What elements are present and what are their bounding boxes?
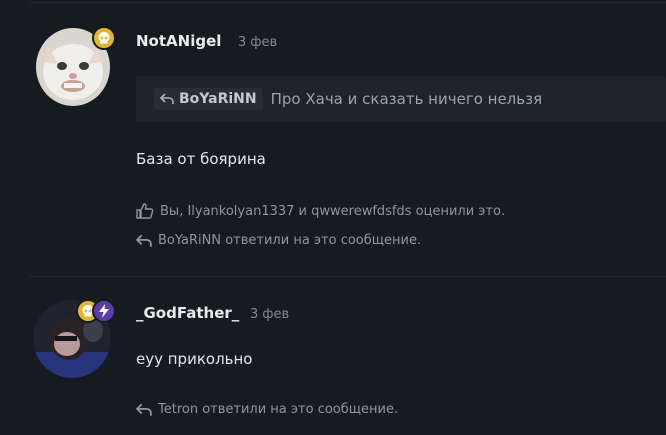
reply-icon (136, 234, 152, 247)
reply-icon (136, 403, 152, 416)
reply-icon (160, 93, 174, 104)
thumbs-up-icon (136, 203, 154, 219)
likes-text[interactable]: Вы, Ilyankolyan1337 и qwwerewfdsfds оцен… (160, 204, 505, 219)
skull-badge-icon[interactable] (92, 26, 116, 50)
likes-summary[interactable]: Вы, Ilyankolyan1337 и qwwerewfdsfds оцен… (136, 203, 505, 219)
quote-author-name: BoYaRiNN (179, 91, 257, 107)
replies-text[interactable]: Tetron ответили на это сообщение. (158, 402, 398, 417)
post-date[interactable]: 3 фев (250, 307, 289, 322)
replies-summary[interactable]: BoYaRiNN ответили на это сообщение. (136, 233, 421, 248)
post-body: еуу прикольно (136, 350, 253, 368)
replies-text[interactable]: BoYaRiNN ответили на это сообщение. (158, 233, 421, 248)
top-separator (30, 2, 666, 3)
quote-block[interactable]: BoYaRiNN Про Хача и сказать ничего нельз… (136, 76, 666, 122)
lightning-badge-icon[interactable] (92, 299, 116, 323)
post-author[interactable]: NotANigel (136, 32, 221, 50)
quote-text: Про Хача и сказать ничего нельзя (270, 90, 543, 108)
post-author[interactable]: _GodFather_ (136, 304, 239, 322)
post-divider (30, 276, 666, 277)
replies-summary[interactable]: Tetron ответили на это сообщение. (136, 402, 398, 417)
post-date[interactable]: 3 фев (238, 35, 277, 50)
quote-author-chip[interactable]: BoYaRiNN (154, 88, 263, 110)
post-body: База от боярина (136, 150, 266, 168)
